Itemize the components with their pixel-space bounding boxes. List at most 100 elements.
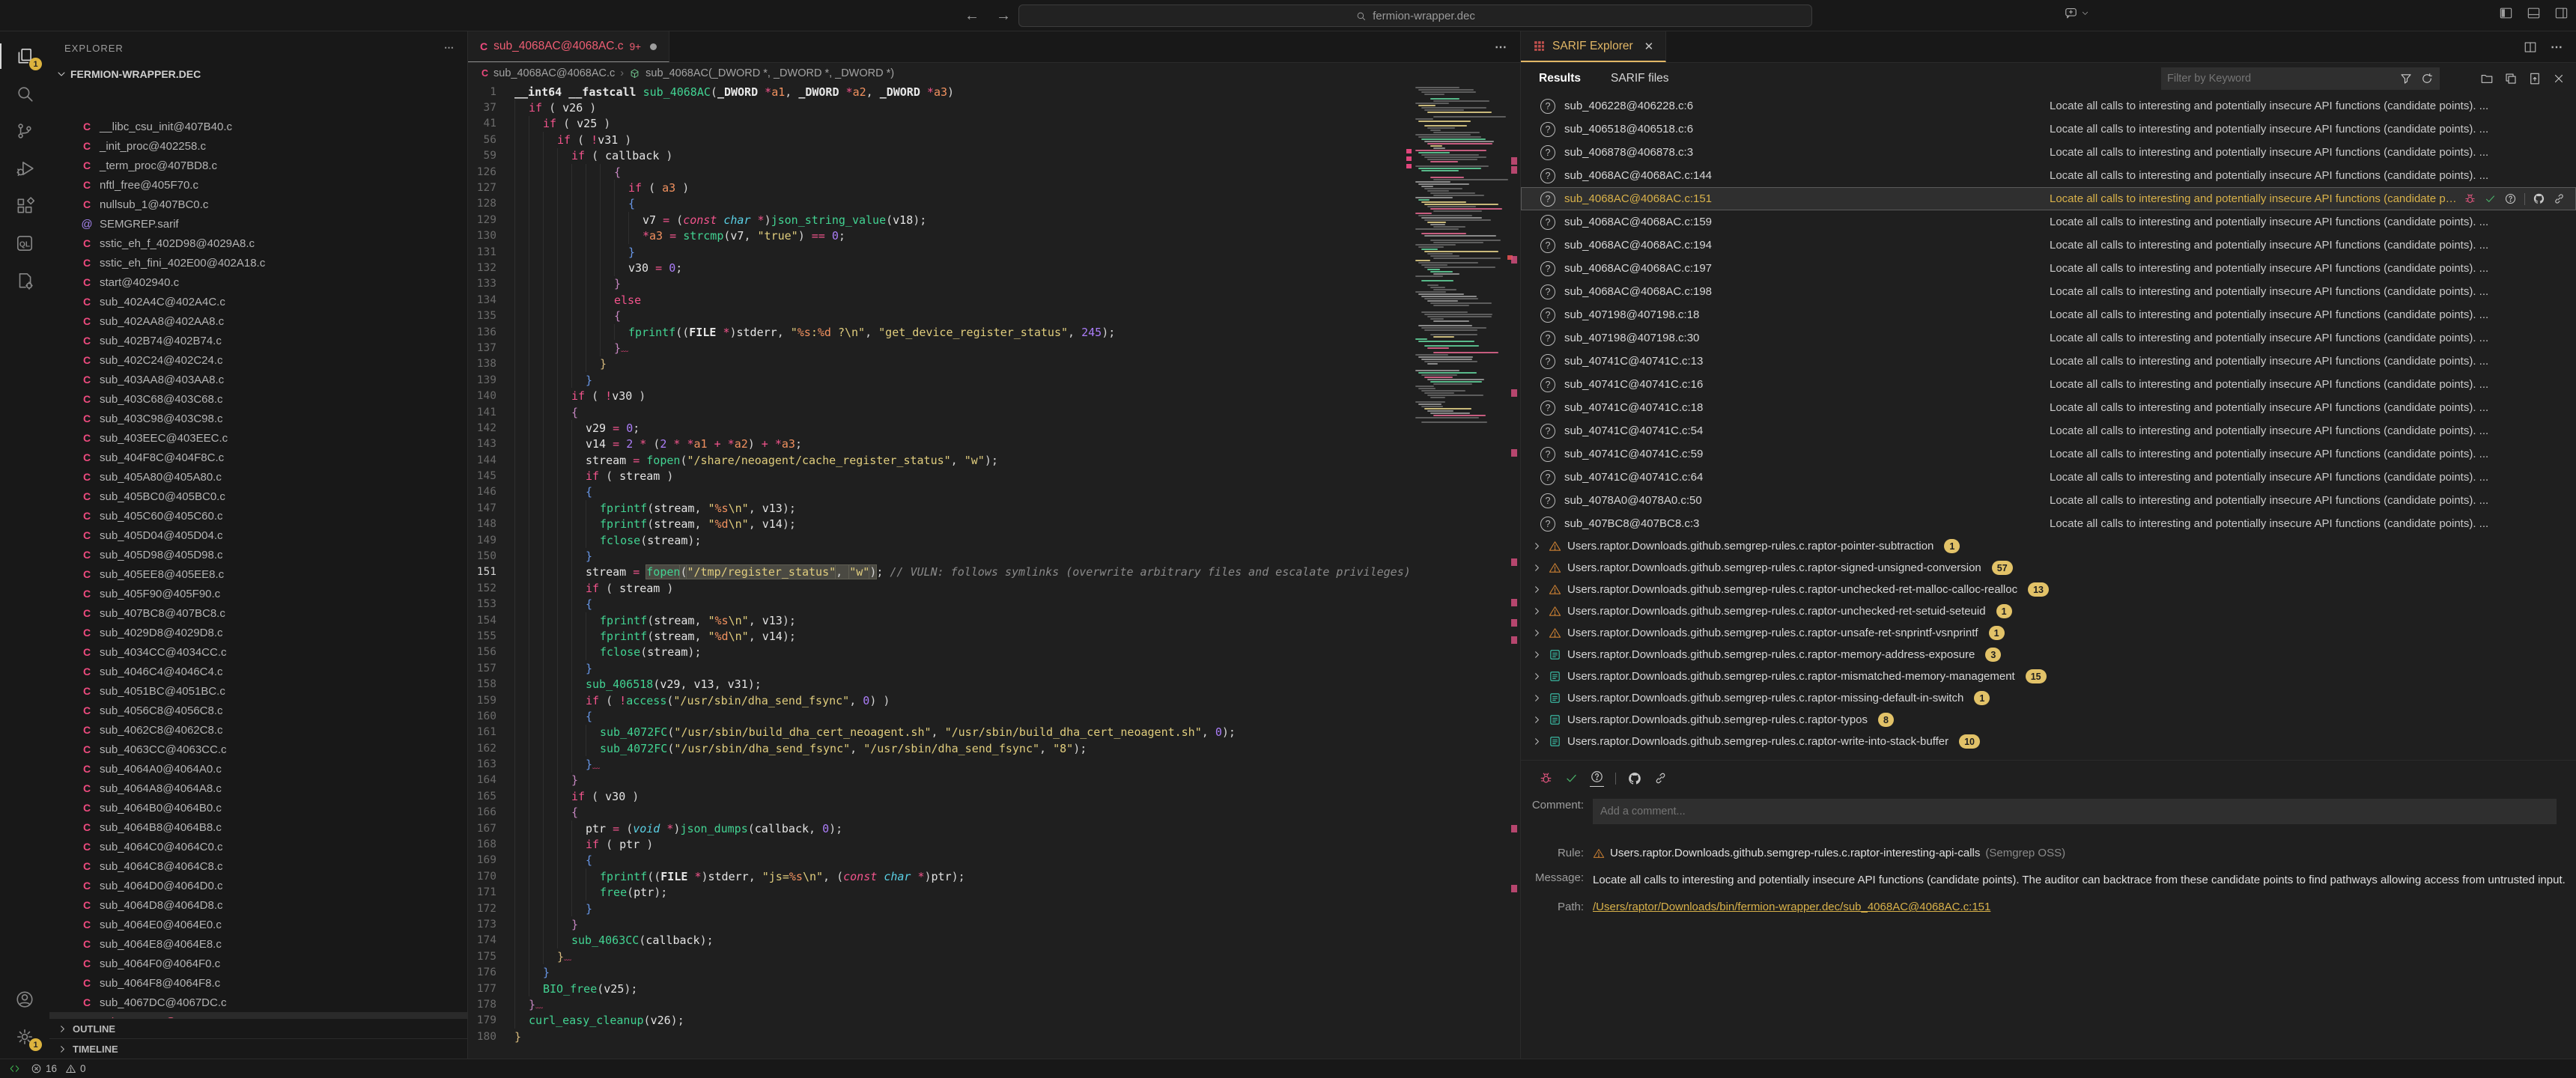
code-line-143[interactable]: 143v14 = 2 * (2 * *a1 + *a2) + *a3; bbox=[468, 436, 1520, 452]
code-line-179[interactable]: 179curl_easy_cleanup(v26); bbox=[468, 1013, 1520, 1029]
link-icon[interactable] bbox=[1653, 771, 1668, 785]
result-item[interactable]: ?sub_406228@406228.c:6Locate all calls t… bbox=[1521, 94, 2576, 118]
panel-more-icon[interactable]: ⋯ bbox=[2551, 40, 2564, 55]
file-item[interactable]: @SEMGREP.sarif bbox=[49, 214, 467, 234]
result-item[interactable]: ?sub_4068AC@4068AC.c:151Locate all calls… bbox=[1521, 187, 2576, 210]
file-item[interactable]: Csub_4068AC@4068AC.c9+ bbox=[49, 1012, 467, 1018]
code-line-173[interactable]: 173} bbox=[468, 916, 1520, 932]
tab-sarif-files[interactable]: SARIF files bbox=[1611, 72, 1669, 85]
result-item[interactable]: ?sub_40741C@40741C.c:54Locate all calls … bbox=[1521, 419, 2576, 442]
file-item[interactable]: Csub_4064E0@4064E0.c bbox=[49, 915, 467, 934]
code-line-164[interactable]: 164} bbox=[468, 773, 1520, 788]
check-icon[interactable] bbox=[1564, 771, 1579, 785]
code-line-144[interactable]: 144stream = fopen("/share/neoagent/cache… bbox=[468, 452, 1520, 468]
file-item[interactable]: Cstart@402940.c bbox=[49, 272, 467, 292]
code-line-147[interactable]: 147fprintf(stream, "%s\n", v13); bbox=[468, 500, 1520, 516]
code-line-133[interactable]: 133} bbox=[468, 276, 1520, 292]
code-line-153[interactable]: 153{ bbox=[468, 597, 1520, 612]
code-line-155[interactable]: 155fprintf(stream, "%d\n", v14); bbox=[468, 628, 1520, 644]
code-line-56[interactable]: 56if ( !v31 ) bbox=[468, 132, 1520, 147]
source-control-icon[interactable] bbox=[0, 112, 49, 150]
run-and-debug-icon[interactable] bbox=[0, 150, 49, 187]
file-item[interactable]: Csub_4063CC@4063CC.c bbox=[49, 740, 467, 759]
comment-input[interactable] bbox=[1593, 799, 2557, 824]
code-line-157[interactable]: 157} bbox=[468, 660, 1520, 676]
file-item[interactable]: Csstic_eh_fini_402E00@402A18.c bbox=[49, 253, 467, 272]
filter-funnel-icon[interactable] bbox=[2399, 72, 2413, 85]
code-line-177[interactable]: 177BIO_free(v25); bbox=[468, 981, 1520, 996]
code-line-139[interactable]: 139} bbox=[468, 372, 1520, 388]
file-item[interactable]: Csub_405BC0@405BC0.c bbox=[49, 487, 467, 506]
code-line-152[interactable]: 152if ( stream ) bbox=[468, 580, 1520, 596]
code-line-150[interactable]: 150} bbox=[468, 548, 1520, 564]
file-item[interactable]: Csub_402AA8@402AA8.c bbox=[49, 311, 467, 331]
code-line-130[interactable]: 130*a3 = strcmp(v7, "true") == 0; bbox=[468, 228, 1520, 244]
export-icon[interactable] bbox=[2528, 72, 2542, 85]
code-line-178[interactable]: 178}﹏ bbox=[468, 996, 1520, 1012]
code-line-136[interactable]: 136fprintf((FILE *)stderr, "%s:%d ?\n", … bbox=[468, 324, 1520, 340]
file-item[interactable]: Csub_4064C0@4064C0.c bbox=[49, 837, 467, 856]
file-item[interactable]: Cnullsub_1@407BC0.c bbox=[49, 195, 467, 214]
code-line-174[interactable]: 174sub_4063CC(callback); bbox=[468, 933, 1520, 948]
result-item[interactable]: ?sub_40741C@40741C.c:59Locate all calls … bbox=[1521, 442, 2576, 466]
file-item[interactable]: Csub_405EE8@405EE8.c bbox=[49, 564, 467, 584]
code-line-141[interactable]: 141{ bbox=[468, 404, 1520, 420]
extensions-icon[interactable] bbox=[0, 187, 49, 225]
code-line-37[interactable]: 37if ( v26 ) bbox=[468, 100, 1520, 115]
editor-actions-more-icon[interactable]: ⋯ bbox=[1495, 40, 1508, 55]
file-item[interactable]: Csub_405A80@405A80.c bbox=[49, 467, 467, 487]
file-item[interactable]: Csub_403C68@403C68.c bbox=[49, 389, 467, 409]
code-line-159[interactable]: 159if ( !access("/usr/sbin/dha_send_fsyn… bbox=[468, 692, 1520, 708]
rule-group-item[interactable]: Users.raptor.Downloads.github.semgrep-ru… bbox=[1521, 709, 2576, 731]
modified-dot-icon[interactable] bbox=[650, 43, 657, 50]
result-item[interactable]: ?sub_40741C@40741C.c:13Locate all calls … bbox=[1521, 350, 2576, 373]
file-item[interactable]: Csub_4064C8@4064C8.c bbox=[49, 856, 467, 876]
file-item[interactable]: Csub_405F90@405F90.c bbox=[49, 584, 467, 603]
result-item[interactable]: ?sub_4068AC@4068AC.c:197Locate all calls… bbox=[1521, 257, 2576, 280]
file-item[interactable]: Csub_4064E8@4064E8.c bbox=[49, 934, 467, 954]
result-item[interactable]: ?sub_4068AC@4068AC.c:198Locate all calls… bbox=[1521, 280, 2576, 303]
codeql-icon[interactable]: QL bbox=[0, 225, 49, 262]
file-item[interactable]: Csub_4064F8@4064F8.c bbox=[49, 973, 467, 993]
file-item[interactable]: Csub_407BC8@407BC8.c bbox=[49, 603, 467, 623]
code-editor[interactable]: 1__int64 __fastcall sub_4068AC(_DWORD *a… bbox=[468, 84, 1520, 1059]
file-item[interactable]: Csub_405C60@405C60.c bbox=[49, 506, 467, 526]
code-line-127[interactable]: 127if ( a3 ) bbox=[468, 180, 1520, 195]
code-line-172[interactable]: 172} bbox=[468, 901, 1520, 916]
file-item[interactable]: Csub_4062C8@4062C8.c bbox=[49, 720, 467, 740]
result-item[interactable]: ?sub_406878@406878.c:3Locate all calls t… bbox=[1521, 141, 2576, 164]
code-line-146[interactable]: 146{ bbox=[468, 484, 1520, 500]
toggle-sidebar-icon[interactable] bbox=[2499, 6, 2513, 20]
code-line-169[interactable]: 169{ bbox=[468, 853, 1520, 868]
file-item[interactable]: C__libc_csu_init@407B40.c bbox=[49, 117, 467, 136]
code-line-176[interactable]: 176} bbox=[468, 964, 1520, 980]
code-line-170[interactable]: 170fprintf((FILE *)stderr, "js=%s\n", (c… bbox=[468, 868, 1520, 884]
result-item[interactable]: ?sub_4068AC@4068AC.c:144Locate all calls… bbox=[1521, 164, 2576, 187]
file-item[interactable]: Csub_4064D0@4064D0.c bbox=[49, 876, 467, 895]
refresh-icon[interactable] bbox=[2420, 72, 2434, 85]
code-line-167[interactable]: 167ptr = (void *)json_dumps(callback, 0)… bbox=[468, 820, 1520, 836]
code-line-145[interactable]: 145if ( stream ) bbox=[468, 468, 1520, 484]
result-item[interactable]: ?sub_40741C@40741C.c:18Locate all calls … bbox=[1521, 396, 2576, 419]
code-line-166[interactable]: 166{ bbox=[468, 805, 1520, 820]
code-line-165[interactable]: 165if ( v30 ) bbox=[468, 788, 1520, 804]
file-item[interactable]: Csub_405D98@405D98.c bbox=[49, 545, 467, 564]
file-item[interactable]: Csub_404F8C@404F8C.c bbox=[49, 448, 467, 467]
code-line-175[interactable]: 175}﹏ bbox=[468, 948, 1520, 964]
rule-group-item[interactable]: Users.raptor.Downloads.github.semgrep-ru… bbox=[1521, 557, 2576, 579]
accounts-icon[interactable] bbox=[0, 981, 49, 1018]
toggle-panel-icon[interactable] bbox=[2527, 6, 2541, 20]
sarif-viewer-icon[interactable] bbox=[0, 262, 49, 299]
result-item[interactable]: ?sub_4068AC@4068AC.c:194Locate all calls… bbox=[1521, 234, 2576, 257]
search-icon[interactable] bbox=[0, 75, 49, 112]
rule-group-item[interactable]: Users.raptor.Downloads.github.semgrep-ru… bbox=[1521, 600, 2576, 622]
settings-icon[interactable]: 1 bbox=[0, 1018, 49, 1056]
code-line-149[interactable]: 149fclose(stream); bbox=[468, 532, 1520, 548]
file-item[interactable]: Csub_4056C8@4056C8.c bbox=[49, 701, 467, 720]
explorer-icon[interactable]: 1 bbox=[0, 37, 49, 75]
code-line-180[interactable]: 180} bbox=[468, 1029, 1520, 1044]
code-line-135[interactable]: 135{ bbox=[468, 308, 1520, 323]
code-line-148[interactable]: 148fprintf(stream, "%d\n", v14); bbox=[468, 517, 1520, 532]
file-item[interactable]: Csub_4064B0@4064B0.c bbox=[49, 798, 467, 817]
result-item[interactable]: ?sub_40741C@40741C.c:16Locate all calls … bbox=[1521, 373, 2576, 396]
